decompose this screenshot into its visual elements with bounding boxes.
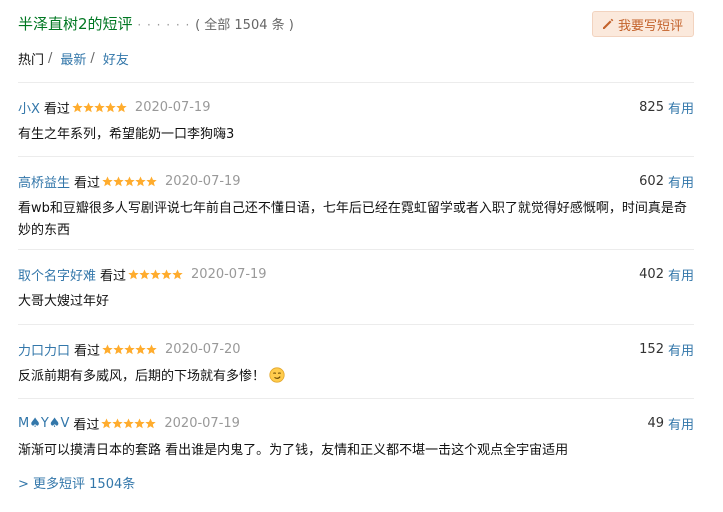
sort-tabs: 热门 / 最新 / 好友 — [18, 48, 133, 68]
comment-list: 小X 看过 2020-07-19 825 有用 有生之年系列，希望能奶一口李狗嗨… — [18, 82, 694, 472]
comment-text: 渐渐可以摸清日本的套路 看出谁是内鬼了。为了钱，友情和正义都不堪一击这个观点全宇… — [18, 443, 569, 458]
useful-button[interactable]: 有用 — [668, 98, 694, 117]
section-header: 半泽直树2的短评 · · · · · · ( 全部 1504 条 ) 我要写短评 — [18, 0, 694, 48]
comment-text: 看wb和豆瓣很多人写剧评说七年前自己还不懂日语，七年后已经在霓虹留学或者入职了就… — [18, 201, 687, 238]
watch-status: 看过 — [74, 343, 101, 359]
more-comments-link[interactable]: > 更多短评 1504条 — [18, 473, 135, 492]
useful-button[interactable]: 有用 — [668, 265, 694, 284]
comment-date: 2020-07-20 — [165, 341, 241, 357]
comment-user[interactable]: 高桥益生 — [18, 172, 70, 191]
tab-hot[interactable]: 热门 — [18, 49, 44, 68]
rating-stars — [102, 175, 157, 187]
star-icon — [134, 417, 146, 428]
star-icon — [112, 417, 124, 428]
comment-text: 反派前期有多威风，后期的下场就有多惨！ — [18, 369, 266, 384]
title-text: 半泽直树2的短评 — [18, 15, 133, 33]
title-dots: · · · · · · — [137, 18, 191, 32]
comment-content: 反派前期有多威风，后期的下场就有多惨！ — [18, 366, 694, 388]
star-icon — [113, 343, 124, 354]
comment-item: M♠Y♠V 看过 2020-07-19 49 有用 渐渐可以摸清日本的套路 看出… — [18, 398, 694, 472]
rating-stars — [128, 268, 183, 280]
tab-separator: / — [48, 50, 53, 66]
watch-status: 看过 — [100, 268, 127, 284]
watch-status: 看过 — [73, 417, 100, 433]
rating-stars — [102, 343, 157, 355]
star-icon — [146, 175, 157, 186]
star-icon — [146, 343, 157, 354]
star-icon — [161, 268, 172, 279]
star-icon — [135, 343, 146, 354]
pencil-icon — [602, 18, 614, 29]
write-button-label: 我要写短评 — [617, 18, 683, 34]
total-count[interactable]: ( 全部 1504 条 ) — [195, 18, 294, 33]
star-icon — [94, 101, 105, 112]
comment-date: 2020-07-19 — [134, 99, 211, 115]
comment-date: 2020-07-19 — [191, 266, 267, 282]
rating-stars — [72, 101, 127, 113]
star-icon — [102, 343, 113, 354]
watch-status: 看过 — [74, 175, 101, 191]
star-icon — [116, 101, 127, 112]
star-icon — [150, 268, 161, 279]
comment-meta: 取个名字好难 看过 2020-07-19 — [18, 264, 694, 284]
comment-date: 2020-07-19 — [164, 415, 240, 431]
useful-button[interactable]: 有用 — [668, 172, 694, 191]
comment-user[interactable]: M♠Y♠V — [18, 416, 69, 431]
write-comment-button[interactable]: 我要写短评 — [591, 11, 694, 37]
star-icon — [172, 268, 183, 279]
vote-count: 602 — [639, 173, 664, 189]
vote-area: 49 有用 — [647, 413, 694, 433]
star-icon — [145, 417, 157, 428]
vote-count: 49 — [647, 415, 664, 431]
comment-date: 2020-07-19 — [165, 173, 241, 189]
vote-area: 825 有用 — [639, 97, 694, 117]
tab-friends[interactable]: 好友 — [103, 49, 129, 68]
star-icon — [101, 417, 113, 428]
comment-meta: M♠Y♠V 看过 2020-07-19 — [18, 413, 694, 433]
useful-button[interactable]: 有用 — [668, 414, 694, 433]
star-icon — [123, 417, 135, 428]
star-icon — [135, 175, 146, 186]
smirk-emoji-icon — [269, 367, 285, 383]
comment-item: 力口力口 看过 2020-07-20 152 有用 反派前期有多威风，后期的下场… — [18, 324, 694, 398]
star-icon — [128, 268, 139, 279]
comment-item: 高桥益生 看过 2020-07-19 602 有用 看wb和豆瓣很多人写剧评说七… — [18, 156, 694, 249]
comment-meta: 力口力口 看过 2020-07-20 — [18, 339, 694, 359]
star-icon — [105, 101, 116, 112]
vote-area: 402 有用 — [639, 264, 694, 284]
comment-user[interactable]: 小X — [18, 98, 40, 117]
tab-latest[interactable]: 最新 — [60, 49, 86, 68]
star-icon — [72, 101, 83, 112]
comment-meta: 小X 看过 2020-07-19 — [18, 97, 694, 117]
comment-meta: 高桥益生 看过 2020-07-19 — [18, 171, 694, 191]
watch-status: 看过 — [43, 101, 70, 117]
vote-count: 825 — [639, 99, 664, 115]
comment-item: 取个名字好难 看过 2020-07-19 402 有用 大哥大嫂过年好 — [18, 249, 694, 324]
vote-count: 402 — [639, 266, 664, 282]
star-icon — [113, 175, 124, 186]
vote-area: 152 有用 — [639, 339, 694, 359]
comment-user[interactable]: 取个名字好难 — [18, 265, 96, 284]
star-icon — [124, 343, 135, 354]
star-icon — [102, 175, 113, 186]
rating-stars — [101, 417, 157, 429]
comment-user[interactable]: 力口力口 — [18, 340, 70, 359]
comment-text: 有生之年系列，希望能奶一口李狗嗨3 — [18, 127, 235, 142]
section-title: 半泽直树2的短评 · · · · · · ( 全部 1504 条 ) — [18, 13, 294, 34]
tab-separator: / — [90, 50, 95, 66]
vote-area: 602 有用 — [639, 171, 694, 191]
star-icon — [124, 175, 135, 186]
vote-count: 152 — [639, 341, 664, 357]
comments-section: 半泽直树2的短评 · · · · · · ( 全部 1504 条 ) 我要写短评… — [18, 0, 694, 492]
comment-item: 小X 看过 2020-07-19 825 有用 有生之年系列，希望能奶一口李狗嗨… — [18, 82, 694, 156]
star-icon — [139, 268, 150, 279]
useful-button[interactable]: 有用 — [668, 340, 694, 359]
comment-text: 大哥大嫂过年好 — [18, 294, 110, 309]
star-icon — [83, 101, 94, 112]
